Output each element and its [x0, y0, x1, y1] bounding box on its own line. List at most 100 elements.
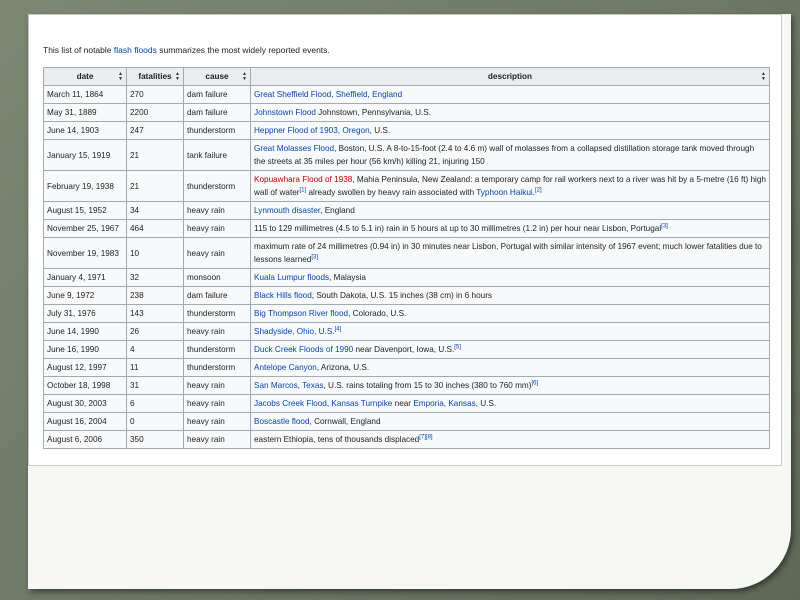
header-date[interactable]: date ▲ ▼ — [43, 67, 127, 86]
slide-background: This list of notable flash floods summar… — [0, 0, 800, 600]
cell-fatalities: 464 — [126, 219, 184, 238]
wiki-link[interactable]: Oregon — [342, 126, 369, 135]
description-text: maximum rate of 24 millimetres (0.94 in)… — [254, 242, 762, 264]
citation-ref[interactable]: [6] — [531, 380, 538, 386]
table-row: July 31, 1976 143 thunderstorm Big Thompson… — [43, 304, 770, 323]
cell-description: Great Sheffield Flood, Sheffield, Englan… — [250, 85, 770, 104]
cell-description: Black Hills flood, South Dakota, U.S. 15… — [250, 286, 770, 305]
wiki-link[interactable]: San Marcos, Texas — [254, 381, 323, 390]
cell-date: June 14, 1990 — [43, 322, 127, 341]
cell-fatalities: 34 — [126, 201, 184, 220]
wiki-link[interactable]: Johnstown Flood — [254, 108, 316, 117]
content-panel: This list of notable flash floods summar… — [28, 14, 791, 589]
cell-fatalities: 21 — [126, 170, 184, 202]
wiki-link[interactable]: England — [372, 90, 402, 99]
cell-description: Heppner Flood of 1903, Oregon, U.S. — [250, 121, 770, 140]
citation-ref[interactable]: [7][8] — [419, 434, 432, 440]
cell-description: 115 to 129 millimetres (4.5 to 5.1 in) r… — [250, 219, 770, 238]
cell-date: August 6, 2006 — [43, 430, 127, 449]
cell-date: October 18, 1998 — [43, 376, 127, 395]
intro-before: This list of notable — [43, 45, 114, 55]
cell-description: Jacobs Creek Flood, Kansas Turnpike near… — [250, 394, 770, 413]
cell-cause: thunderstorm — [183, 304, 251, 323]
header-cause-label: cause — [205, 72, 229, 81]
table-row: May 31, 1889 2200 dam failure Johnstown Flo… — [43, 103, 770, 122]
wiki-link[interactable]: Big Thompson River flood — [254, 309, 348, 318]
citation-ref[interactable]: [3] — [661, 223, 668, 229]
wiki-link[interactable]: Duck Creek Floods of 1990 — [254, 345, 353, 354]
wiki-link[interactable]: Typhoon Haikui — [476, 188, 532, 197]
cell-description: Kuala Lumpur floods, Malaysia — [250, 268, 770, 287]
cell-cause: heavy rain — [183, 430, 251, 449]
description-text: , Arizona, U.S. — [316, 363, 370, 372]
wiki-link[interactable]: Emporia, Kansas — [413, 399, 475, 408]
wiki-link[interactable]: Black Hills flood — [254, 291, 312, 300]
table-row: February 19, 1938 21 thunderstorm Kopuawhar… — [43, 170, 770, 202]
cell-cause: dam failure — [183, 85, 251, 104]
cell-description: Antelope Canyon, Arizona, U.S. — [250, 358, 770, 377]
sort-icon[interactable]: ▲ ▼ — [242, 72, 247, 82]
cell-date: May 31, 1889 — [43, 103, 127, 122]
wiki-link[interactable]: Boscastle flood — [254, 417, 310, 426]
wiki-link[interactable]: Sheffield — [336, 90, 368, 99]
cell-date: August 12, 1997 — [43, 358, 127, 377]
intro-text: This list of notable flash floods summar… — [43, 45, 330, 55]
cell-cause: heavy rain — [183, 201, 251, 220]
cell-cause: heavy rain — [183, 219, 251, 238]
table-row: October 18, 1998 31 heavy rain San Marcos, … — [43, 376, 770, 395]
cell-date: June 14, 1903 — [43, 121, 127, 140]
flash-floods-link[interactable]: flash floods — [114, 45, 157, 55]
citation-ref[interactable]: [3] — [311, 254, 318, 260]
cell-fatalities: 270 — [126, 85, 184, 104]
cell-description: Shadyside, Ohio, U.S.[4] — [250, 322, 770, 341]
wiki-link[interactable]: Jacobs Creek Flood — [254, 399, 327, 408]
cell-description: Boscastle flood, Cornwall, England — [250, 412, 770, 431]
sort-icon[interactable]: ▲ ▼ — [175, 72, 180, 82]
wiki-link[interactable]: Great Molasses Flood — [254, 144, 334, 153]
sort-icon[interactable]: ▲ ▼ — [118, 72, 123, 82]
header-fatalities-label: fatalities — [138, 72, 172, 81]
description-text: , U.S. — [475, 399, 497, 408]
description-text: eastern Ethiopia, tens of thousands disp… — [254, 435, 420, 444]
cell-fatalities: 247 — [126, 121, 184, 140]
wiki-link[interactable]: Antelope Canyon — [254, 363, 317, 372]
table-row: November 19, 1983 10 heavy rain maximum rat… — [43, 237, 770, 269]
wiki-link[interactable]: Great Sheffield Flood — [254, 90, 331, 99]
cell-fatalities: 238 — [126, 286, 184, 305]
header-description[interactable]: description ▲ ▼ — [250, 67, 770, 86]
flood-table: date ▲ ▼ fatalities ▲ ▼ cause ▲ ▼ description ▲… — [43, 67, 770, 449]
cell-date: June 16, 1990 — [43, 340, 127, 359]
wiki-link[interactable]: Lynmouth disaster — [254, 206, 320, 215]
citation-ref[interactable]: [2] — [535, 187, 542, 193]
wiki-link[interactable]: Heppner Flood of 1903 — [254, 126, 338, 135]
cell-description: Lynmouth disaster, England — [250, 201, 770, 220]
wiki-link[interactable]: Shadyside, Ohio, U.S. — [254, 327, 335, 336]
header-fatalities[interactable]: fatalities ▲ ▼ — [126, 67, 184, 86]
sort-icon[interactable]: ▲ ▼ — [761, 72, 766, 82]
cell-cause: heavy rain — [183, 376, 251, 395]
cell-fatalities: 10 — [126, 237, 184, 269]
cell-cause: thunderstorm — [183, 170, 251, 202]
citation-ref[interactable]: [5] — [454, 344, 461, 350]
intro-after: summarizes the most widely reported even… — [156, 45, 330, 55]
table-row: June 14, 1990 26 heavy rain Shadyside, Ohio… — [43, 322, 770, 341]
cell-cause: dam failure — [183, 103, 251, 122]
table-row: June 9, 1972 238 dam failure Black Hills fl… — [43, 286, 770, 305]
header-cause[interactable]: cause ▲ ▼ — [183, 67, 251, 86]
table-row: January 4, 1971 32 monsoon Kuala Lumpur flo… — [43, 268, 770, 287]
wiki-redlink[interactable]: Kopuawhara Flood of 1938 — [254, 175, 352, 184]
wiki-link[interactable]: Kuala Lumpur floods — [254, 273, 329, 282]
cell-fatalities: 0 — [126, 412, 184, 431]
description-text: , U.S. rains totaling from 15 to 30 inch… — [323, 381, 532, 390]
cell-date: August 15, 1952 — [43, 201, 127, 220]
wiki-screenshot: This list of notable flash floods summar… — [28, 14, 782, 466]
description-text: , South Dakota, U.S. 15 inches (38 cm) i… — [311, 291, 493, 300]
cell-fatalities: 6 — [126, 394, 184, 413]
cell-description: Kopuawhara Flood of 1938, Mahia Peninsul… — [250, 170, 770, 202]
citation-ref[interactable]: [4] — [335, 326, 342, 332]
cell-fatalities: 32 — [126, 268, 184, 287]
cell-date: February 19, 1938 — [43, 170, 127, 202]
wiki-link[interactable]: Kansas Turnpike — [331, 399, 392, 408]
cell-fatalities: 26 — [126, 322, 184, 341]
cell-description: Big Thompson River flood, Colorado, U.S. — [250, 304, 770, 323]
